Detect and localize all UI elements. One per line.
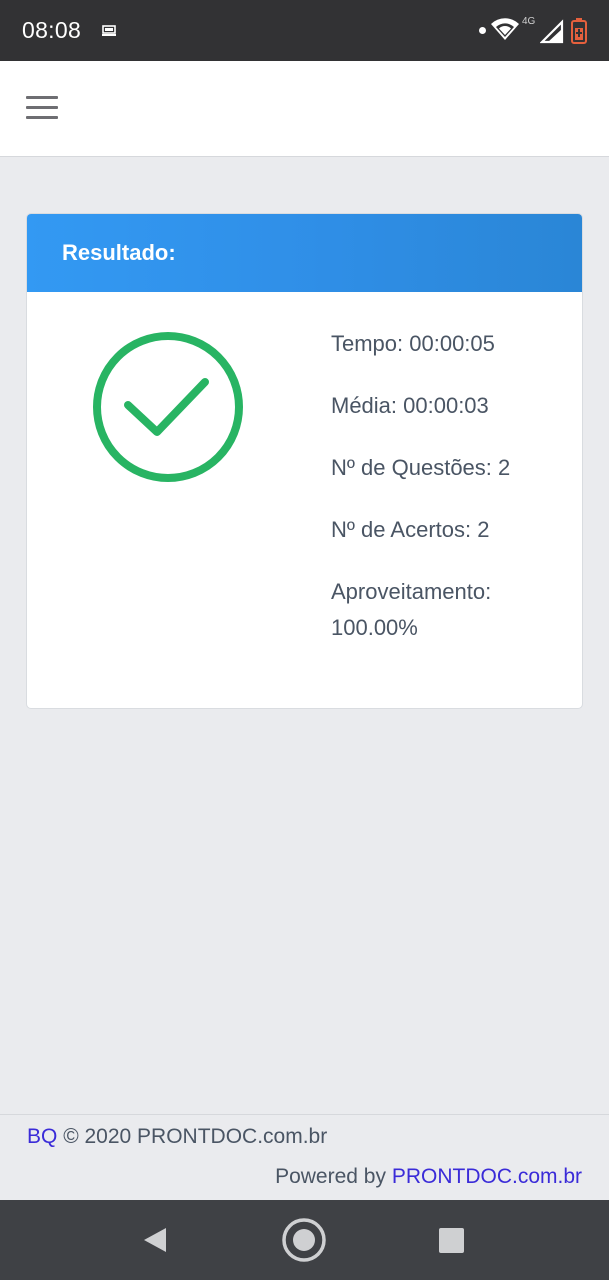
stat-tempo: Tempo: 00:00:05 [331,331,495,356]
powered-prefix: Powered by [275,1165,386,1188]
notification-dot-icon [479,27,486,34]
battery-icon [571,18,587,44]
aproveitamento-value: 100.00% [331,615,418,640]
network-type: 4G [522,16,536,27]
recent-apps-icon[interactable] [439,1228,464,1253]
hamburger-menu-icon[interactable] [26,94,60,122]
android-nav-bar [0,1200,609,1280]
footer-copyright: BQ © 2020 PRONTDOC.com.br [27,1125,327,1149]
footer: BQ © 2020 PRONTDOC.com.br Powered by PRO… [0,1114,609,1200]
back-icon[interactable] [142,1227,168,1253]
top-navbar [0,61,609,157]
home-icon[interactable] [281,1217,327,1263]
result-title: Resultado: [62,240,176,265]
stat-questoes: Nº de Questões: 2 [331,455,511,480]
footer-powered-by: Powered by PRONTDOC.com.br [275,1165,582,1189]
brand-link[interactable]: BQ [27,1125,57,1148]
result-card: Resultado: Tempo: 00:00:05 Média: 00:00:… [26,213,583,709]
status-time: 08:08 [22,17,82,43]
status-bar: 08:08 4G [0,0,609,61]
stat-media: Média: 00:00:03 [331,393,489,418]
check-circle-icon [93,332,243,482]
signal-icon [540,19,564,44]
stat-acertos: Nº de Acertos: 2 [331,517,490,542]
stat-aproveitamento: Aproveitamento: 100.00% [331,574,571,646]
notification-icon [102,25,116,36]
result-card-header: Resultado: [27,214,582,292]
aproveitamento-label: Aproveitamento: [331,579,492,604]
result-stats: Tempo: 00:00:05 Média: 00:00:03 Nº de Qu… [331,326,571,672]
wifi-icon [491,18,519,40]
prontdoc-link[interactable]: PRONTDOC.com.br [392,1165,582,1188]
copyright-text: © 2020 PRONTDOC.com.br [63,1125,328,1148]
